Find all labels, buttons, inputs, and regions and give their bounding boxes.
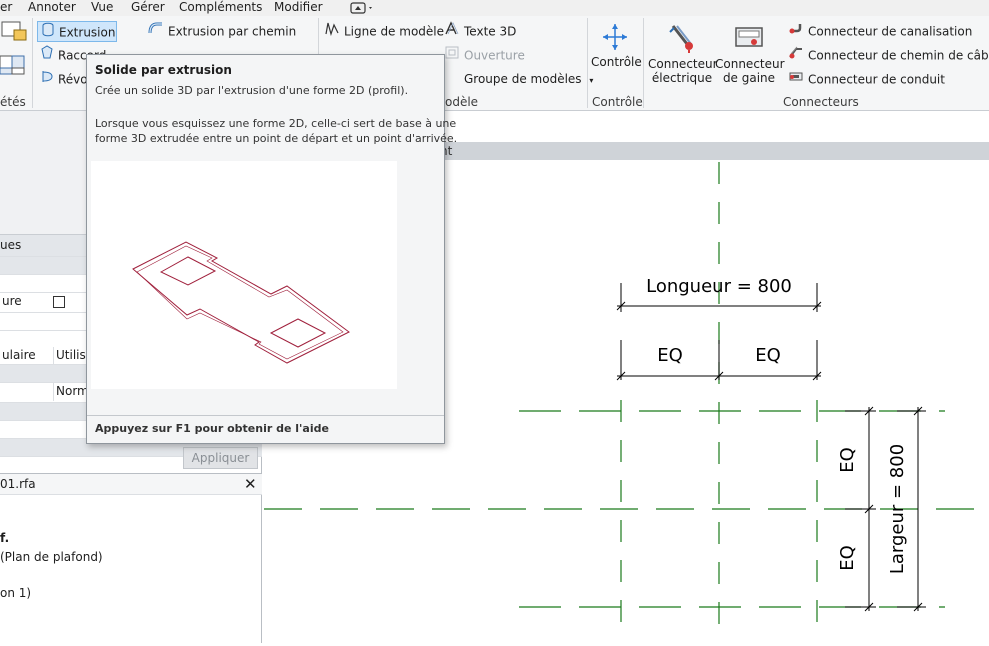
model-line-icon	[324, 21, 340, 43]
cable-tray-connector-icon	[788, 45, 804, 67]
menu-item-gerer[interactable]: Gérer	[131, 0, 165, 16]
conduit-connector-button[interactable]: Connecteur de conduit	[788, 69, 945, 90]
window-icon[interactable]	[0, 20, 30, 80]
tooltip-help-hint: Appuyez sur F1 pour obtenir de l'aide	[95, 422, 329, 435]
control-button[interactable]: Contrôle	[591, 22, 642, 69]
model-line-button[interactable]: Ligne de modèle	[324, 21, 444, 42]
electrical-connector-button[interactable]: Connecteur électrique	[648, 22, 718, 85]
menu-item-annoter[interactable]: Annoter	[28, 0, 76, 16]
tooltip-detail-line-2: forme 3D extrudée entre un point de dépa…	[95, 132, 458, 145]
opening-icon	[444, 45, 460, 67]
sweep-button[interactable]: Extrusion par chemin	[148, 21, 296, 42]
revolve-button[interactable]: Révol	[40, 69, 91, 90]
close-icon[interactable]: ✕	[244, 475, 257, 493]
cable-tray-connector-label: Connecteur de chemin de câbles	[808, 48, 989, 63]
control-arrows-icon	[591, 22, 639, 55]
opening-button[interactable]: Ouverture	[444, 45, 525, 66]
sweep-icon	[148, 21, 164, 43]
extrusion-label: Extrusion	[59, 25, 116, 40]
pipe-connector-icon	[788, 21, 804, 43]
control-label: Contrôle	[591, 55, 642, 69]
text-3d-label: Texte 3D	[464, 24, 517, 39]
tooltip-detail-line-1: Lorsque vous esquissez une forme 2D, cel…	[95, 117, 457, 130]
chevron-down-icon: ▾	[589, 76, 594, 85]
duct-connector-label-2: de gaine	[722, 71, 776, 85]
model-group-label: Groupe de modèles	[464, 72, 582, 86]
model-group-button[interactable]: Groupe de modèles ▾	[444, 69, 593, 90]
window-icon[interactable]	[350, 1, 376, 17]
text-3d-button[interactable]: Texte 3D	[444, 21, 516, 42]
text-3d-icon	[444, 21, 460, 43]
electrical-connector-label-2: électrique	[651, 71, 713, 85]
menu-item-vue[interactable]: Vue	[91, 0, 113, 16]
blend-icon	[40, 45, 54, 67]
opening-label: Ouverture	[464, 48, 525, 63]
group-label-control: Contrôle	[592, 95, 643, 109]
eq-dimension-top[interactable]: EQ	[837, 447, 858, 473]
cable-tray-connector-button[interactable]: Connecteur de chemin de câbles	[788, 45, 989, 66]
property-label: ure	[2, 294, 22, 308]
property-value[interactable]: Norm	[53, 383, 89, 401]
width-dimension-label[interactable]: Largeur = 800	[887, 444, 908, 574]
tooltip-footer: Appuyez sur F1 pour obtenir de l'aide	[87, 415, 444, 443]
tooltip-description: Crée un solide 3D par l'extrusion d'une …	[95, 84, 409, 97]
property-label: ulaire	[2, 348, 36, 362]
extrusion-icon	[41, 22, 55, 44]
section-label: ues	[0, 238, 22, 252]
revolve-icon	[40, 69, 54, 91]
extrusion-sketch-icon	[132, 241, 350, 364]
pipe-connector-label: Connecteur de canalisation	[808, 24, 973, 39]
tree-item[interactable]: on 1)	[0, 586, 31, 600]
project-browser-header: 01.rfa ✕	[0, 473, 262, 495]
model-line-label: Ligne de modèle	[344, 24, 445, 39]
duct-connector-label-1: Connecteur	[715, 57, 785, 71]
conduit-connector-icon	[788, 69, 804, 91]
electrical-connector-icon	[648, 22, 716, 57]
menu-item-modifier[interactable]: Modifier	[274, 0, 323, 16]
extrusion-button[interactable]: Extrusion	[37, 21, 117, 42]
group-label-properties: étés	[0, 95, 26, 109]
electrical-connector-label-1: Connecteur	[648, 57, 718, 71]
tree-item-ceiling-plan[interactable]: (Plan de plafond)	[0, 550, 103, 564]
browser-file-name: 01.rfa	[0, 477, 36, 491]
conduit-connector-label: Connecteur de conduit	[808, 72, 945, 87]
menu-item-partial[interactable]: er	[0, 0, 12, 16]
sweep-label: Extrusion par chemin	[168, 24, 297, 39]
tree-item[interactable]: f.	[0, 531, 9, 545]
pipe-connector-button[interactable]: Connecteur de canalisation	[788, 21, 972, 42]
eq-dimension-left[interactable]: EQ	[657, 345, 683, 366]
group-label-connectors: Connecteurs	[783, 95, 859, 109]
eq-dimension-right[interactable]: EQ	[755, 345, 781, 366]
eq-dimension-bottom[interactable]: EQ	[837, 545, 858, 571]
duct-connector-icon	[715, 22, 783, 57]
menu-item-complements[interactable]: Compléments	[179, 0, 262, 16]
apply-button[interactable]: Appliquer	[183, 447, 258, 469]
duct-connector-button[interactable]: Connecteur de gaine	[715, 22, 785, 85]
extrusion-tooltip: Solide par extrusion Crée un solide 3D p…	[86, 54, 457, 444]
tooltip-illustration	[91, 161, 397, 389]
group-label-model: odèle	[445, 95, 479, 109]
length-dimension-label[interactable]: Longueur = 800	[646, 276, 792, 297]
menu-bar: er Annoter Vue Gérer Compléments Modifie…	[0, 0, 989, 16]
property-checkbox[interactable]	[53, 296, 65, 308]
tooltip-title: Solide par extrusion	[95, 63, 232, 77]
